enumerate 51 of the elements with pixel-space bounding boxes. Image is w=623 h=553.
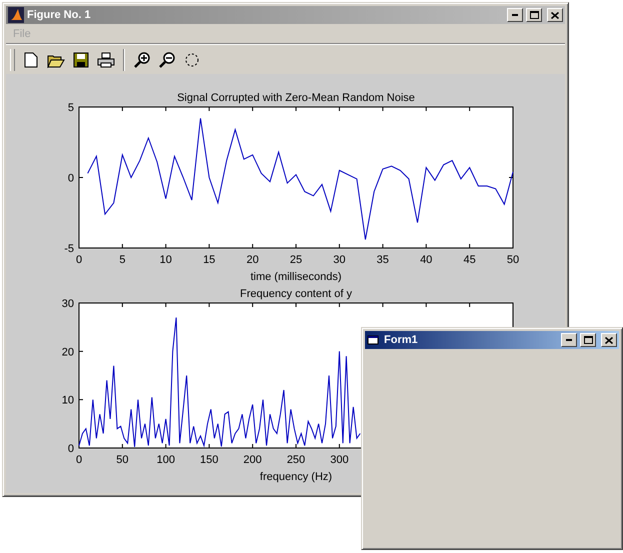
tick-label: 100 [156, 454, 175, 466]
tick-label: 250 [286, 454, 306, 466]
tick-label: -5 [64, 243, 74, 255]
close-button[interactable] [547, 8, 563, 22]
tick-label: 30 [62, 298, 74, 310]
axis-label: time (milliseconds) [250, 271, 342, 283]
tick-label: 20 [62, 346, 74, 358]
tick-label: 200 [243, 454, 262, 466]
tick-label: 10 [160, 254, 172, 266]
window-title: Figure No. 1 [27, 9, 92, 21]
rotate-icon [184, 52, 200, 68]
tick-label: 50 [506, 254, 520, 266]
tick-label: 50 [116, 454, 129, 466]
maximize-icon [530, 11, 538, 19]
tick-label: 0 [76, 454, 82, 466]
tick-label: 25 [290, 254, 302, 266]
tick-label: 35 [376, 254, 389, 266]
chart-title: Frequency content of y [240, 288, 352, 300]
maximize-icon [584, 336, 592, 344]
minimize-icon [566, 339, 572, 341]
tick-label: 150 [200, 454, 218, 466]
tick-label: 15 [203, 254, 216, 266]
close-button[interactable] [601, 333, 617, 347]
chart-title: Signal Corrupted with Zero-Mean Random Noise [177, 92, 415, 104]
minimize-button[interactable] [561, 333, 577, 347]
close-icon [551, 12, 559, 18]
close-icon [605, 336, 613, 344]
tick-label: 5 [68, 102, 74, 114]
tick-label: 0 [68, 443, 74, 455]
tick-label: 30 [333, 254, 346, 266]
tick-label: 10 [62, 394, 74, 407]
printer-icon [97, 52, 115, 68]
new-file-icon [24, 52, 38, 68]
axis-label: frequency (Hz) [260, 471, 332, 483]
tick-label: 0 [76, 254, 82, 266]
tick-label: 0 [68, 172, 74, 184]
zoom-out-icon [158, 51, 176, 69]
zoom-in-icon [133, 51, 151, 69]
app-logo-icon [8, 7, 24, 23]
tick-label: 5 [119, 254, 126, 266]
maximize-button[interactable] [580, 333, 596, 347]
tick-label: 45 [463, 254, 476, 266]
minimize-button[interactable] [507, 8, 523, 22]
tick-label: 300 [330, 454, 349, 466]
tick-label: 20 [246, 254, 259, 266]
window-title: Form1 [384, 334, 419, 346]
open-folder-icon [47, 52, 65, 68]
tick-label: 40 [420, 254, 432, 266]
minimize-icon [512, 14, 518, 16]
maximize-button[interactable] [526, 8, 542, 22]
form-icon [367, 334, 381, 346]
